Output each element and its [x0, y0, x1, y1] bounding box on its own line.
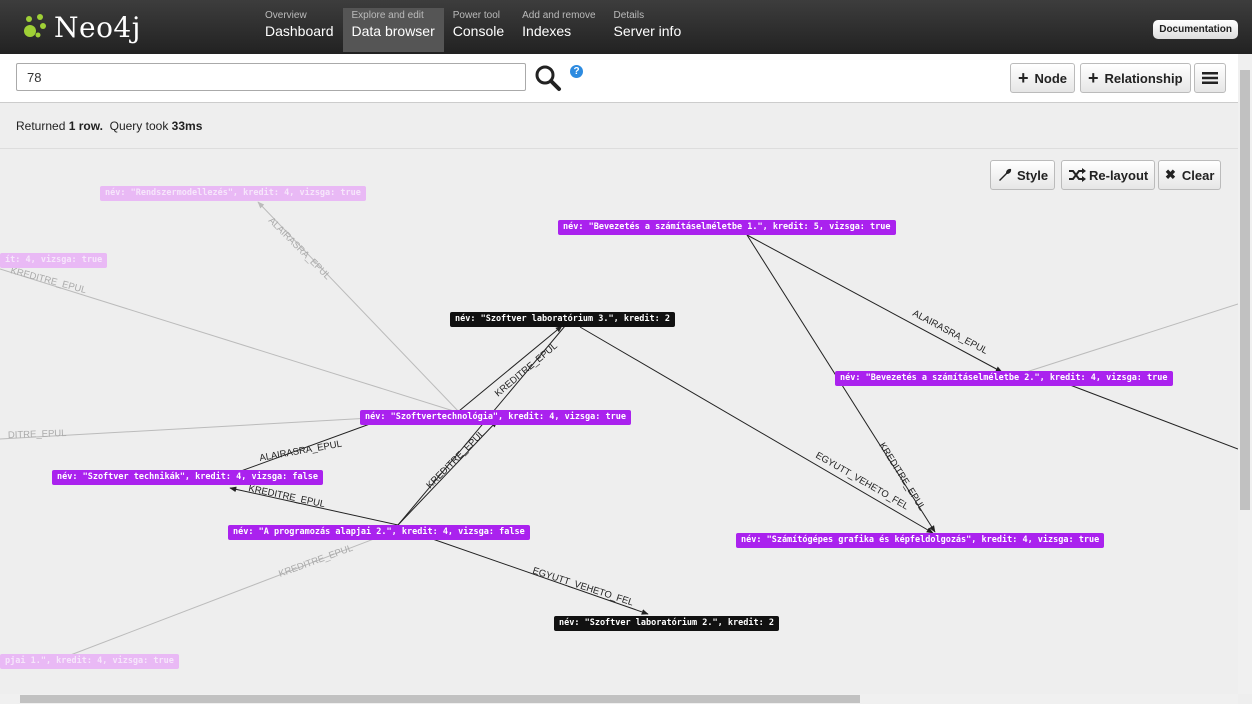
wrench-icon: [999, 168, 1012, 181]
top-navigation-bar: Neo4j Overview Dashboard Explore and edi…: [0, 0, 1252, 54]
status-rows: 1 row.: [68, 119, 103, 133]
search-icon[interactable]: [534, 64, 562, 92]
add-node-label: Node: [1034, 70, 1068, 86]
nav-tab-data-browser[interactable]: Explore and edit Data browser: [342, 8, 444, 52]
vertical-scrollbar[interactable]: [1238, 54, 1252, 694]
brand-name: Neo4j: [54, 10, 141, 44]
nav-tab-title: Dashboard: [265, 23, 334, 39]
shuffle-icon: [1069, 168, 1086, 182]
neo4j-logo[interactable]: Neo4j: [22, 6, 141, 48]
graph-canvas[interactable]: ALAIRASRA_EPUL KREDITRE_EPUL DITRE_EPUL …: [0, 149, 1238, 694]
graph-node[interactable]: név: "Szoftver laboratórium 2.", kredit:…: [554, 616, 779, 631]
nav-tab-subtitle: Add and remove: [522, 10, 596, 21]
edge-faded: [1019, 303, 1238, 375]
edge-label: ALAIRASRA_EPUL: [266, 215, 333, 282]
edge: [1069, 384, 1238, 450]
relayout-label: Re-layout: [1089, 167, 1149, 183]
status-time: 33ms: [171, 119, 203, 133]
graph-node[interactable]: pjai 1.", kredit: 4, vizsga: true: [0, 654, 179, 669]
graph-node[interactable]: név: "Bevezetés a számításelméletbe 1.",…: [558, 220, 896, 235]
plus-icon: +: [1018, 67, 1029, 88]
style-label: Style: [1017, 167, 1049, 183]
graph-node[interactable]: név: "Szoftvertechnológia", kredit: 4, v…: [360, 410, 631, 425]
search-input[interactable]: [16, 63, 526, 91]
edge-label: KREDITRE_EPUL: [9, 265, 87, 296]
main-nav: Overview Dashboard Explore and edit Data…: [256, 8, 690, 54]
edge-label: KREDITRE_EPUL: [493, 341, 560, 400]
nav-tab-subtitle: Power tool: [452, 10, 501, 21]
menu-button[interactable]: [1194, 63, 1226, 93]
relayout-button[interactable]: Re-layout: [1061, 160, 1156, 190]
horizontal-scrollbar[interactable]: [0, 694, 1238, 704]
edge-label: EGYUTT_VEHETO_FEL: [531, 565, 635, 608]
nav-tab-server-info[interactable]: Details Server info: [605, 8, 691, 52]
graph-node[interactable]: név: "Szoftver laboratórium 3.", kredit:…: [450, 312, 675, 327]
nav-tab-title: Data browser: [351, 23, 435, 39]
nav-tab-title: Server info: [613, 23, 682, 39]
plus-icon: +: [1088, 67, 1099, 88]
edge-label: ALAIRASRA_EPUL: [911, 308, 990, 357]
add-node-button[interactable]: + Node: [1010, 63, 1076, 93]
edge-label: ALAIRASRA_EPUL: [259, 439, 343, 464]
graph-node[interactable]: név: "A programozás alapjai 2.", kredit:…: [228, 525, 530, 540]
graph-node[interactable]: név: "Számítógépes grafika és képfeldolg…: [736, 533, 1105, 548]
edge-label: KREDITRE_EPUL: [247, 483, 326, 510]
nav-tab-title: Console: [452, 23, 505, 39]
neo4j-logo-icon: [24, 14, 46, 38]
clear-button[interactable]: ✖ Clear: [1158, 160, 1222, 190]
clear-label: Clear: [1181, 167, 1215, 183]
menu-icon: [1202, 72, 1218, 84]
nav-tab-indexes[interactable]: Add and remove Indexes: [513, 8, 604, 52]
nav-tab-dashboard[interactable]: Overview Dashboard: [256, 8, 343, 52]
nav-tab-subtitle: Details: [613, 10, 645, 21]
edge: [746, 234, 1003, 373]
status-prefix: Returned: [16, 119, 66, 133]
graph-node[interactable]: név: "Bevezetés a számításelméletbe 2.",…: [835, 371, 1173, 386]
scrollbar-thumb[interactable]: [1240, 70, 1250, 510]
graph-node[interactable]: név: "Rendszermodellezés", kredit: 4, vi…: [100, 186, 366, 201]
status-query: Query took: [109, 119, 169, 133]
edge-label: DITRE_EPUL: [8, 428, 67, 441]
add-relationship-label: Relationship: [1104, 70, 1183, 86]
add-relationship-button[interactable]: + Relationship: [1080, 63, 1191, 93]
nav-tab-title: Indexes: [522, 23, 572, 39]
edge-label: KREDITRE_EPUL: [424, 428, 487, 491]
close-icon: ✖: [1165, 167, 1176, 182]
help-icon[interactable]: ?: [570, 65, 583, 78]
documentation-button[interactable]: Documentation: [1153, 20, 1238, 39]
nav-tab-subtitle: Explore and edit: [351, 10, 424, 21]
scrollbar-thumb[interactable]: [20, 695, 860, 703]
edge-label: KREDITRE_EPUL: [277, 543, 354, 580]
nav-tab-subtitle: Overview: [265, 10, 307, 21]
graph-node[interactable]: név: "Szoftver technikák", kredit: 4, vi…: [52, 470, 323, 485]
nav-tab-console[interactable]: Power tool Console: [444, 8, 513, 52]
edge: [579, 326, 934, 534]
edge: [458, 325, 563, 412]
query-status: Returned 1 row. Query took 33ms: [16, 119, 202, 133]
style-button[interactable]: Style: [990, 160, 1056, 190]
graph-node[interactable]: ít: 4, vizsga: true: [0, 253, 108, 268]
query-bar: ? + Node + Relationship: [0, 54, 1238, 103]
